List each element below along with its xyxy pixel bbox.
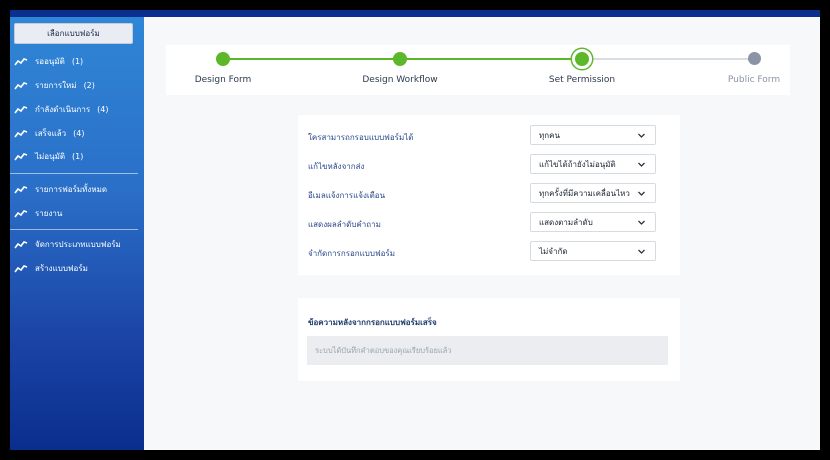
chevron-down-icon: [638, 191, 645, 196]
chart-line-icon: [14, 209, 28, 217]
select-value: แสดงตามลำดับ: [539, 217, 593, 227]
step-connector: [400, 58, 582, 60]
step-dot-public-form[interactable]: [748, 52, 761, 65]
main-content: Design Form Design Workflow Set Permissi…: [144, 17, 820, 450]
sidebar-item-rejected[interactable]: ไม่อนุมัติ (1): [14, 149, 83, 163]
select-value: ทุกครั้งที่มีความเคลื่อนไหว: [539, 188, 630, 198]
sidebar-item-create-form[interactable]: สร้างแบบฟอร์ม: [14, 261, 88, 275]
after-submit-card: ข้อความหลังจากกรอกแบบฟอร์มเสร็จ ระบบได้บ…: [298, 298, 680, 381]
sidebar-item-reports[interactable]: รายงาน: [14, 206, 62, 220]
sidebar-item-count: (2): [83, 80, 95, 90]
permission-label-email-notification: อีเมลแจ้งการแจ้งเตือน: [308, 191, 386, 200]
after-submit-title: ข้อความหลังจากกรอกแบบฟอร์มเสร็จ: [308, 318, 437, 327]
submission-limit-select[interactable]: ไม่จำกัด: [530, 241, 656, 261]
edit-after-submit-select[interactable]: แก้ไขได้ถ้ายังไม่อนุมัติ: [530, 154, 656, 174]
chevron-down-icon: [638, 220, 645, 225]
sidebar-item-label: รายงาน: [35, 208, 63, 218]
sidebar-item-label: ไม่อนุมัติ: [35, 151, 66, 161]
select-form-button[interactable]: เลือกแบบฟอร์ม: [14, 23, 133, 44]
step-connector: [223, 58, 400, 60]
chevron-down-icon: [638, 133, 645, 138]
step-connector: [582, 58, 754, 60]
sidebar-item-in-progress[interactable]: กำลังดำเนินการ (4): [14, 102, 108, 116]
sidebar-item-new[interactable]: รายการใหม่ (2): [14, 78, 95, 92]
who-can-fill-select[interactable]: ทุกคน: [530, 125, 656, 145]
step-label-design-workflow[interactable]: Design Workflow: [362, 75, 437, 85]
step-dot-design-workflow[interactable]: [393, 52, 407, 66]
sidebar-item-pending-approval[interactable]: รออนุมัติ (1): [14, 54, 83, 68]
sidebar-item-label: เสร็จแล้ว: [35, 128, 67, 138]
step-label-design-form[interactable]: Design Form: [195, 75, 252, 85]
sidebar-item-count: (1): [72, 151, 84, 161]
sidebar-item-label: รายการฟอร์มทั้งหมด: [35, 184, 108, 194]
step-label-set-permission[interactable]: Set Permission: [549, 75, 615, 85]
sidebar-item-label: กำลังดำเนินการ: [35, 104, 91, 114]
chart-line-icon: [14, 129, 28, 137]
question-order-select[interactable]: แสดงตามลำดับ: [530, 212, 656, 232]
sidebar-divider: [10, 229, 138, 230]
sidebar-divider: [10, 173, 138, 174]
chart-line-icon: [14, 240, 28, 248]
chart-line-icon: [14, 264, 28, 272]
select-value: ทุกคน: [539, 130, 560, 140]
permission-label-who-can-fill: ใครสามารถกรอบแบบฟอร์มได้: [308, 133, 414, 142]
sidebar-item-manage-form-types[interactable]: จัดการประเภทแบบฟอร์ม: [14, 237, 121, 251]
sidebar-item-count: (1): [71, 56, 84, 66]
after-submit-message-input[interactable]: ระบบได้บันทึกคำตอบของคุณเรียบร้อยแล้ว: [307, 336, 668, 365]
sidebar-item-label: รายการใหม่: [35, 80, 77, 90]
sidebar: เลือกแบบฟอร์ม รออนุมัติ (1) รายการใหม่ (…: [10, 17, 144, 450]
permission-label-submission-limit: จำกัดการกรอกแบบฟอร์ม: [308, 249, 395, 258]
sidebar-item-all-forms[interactable]: รายการฟอร์มทั้งหมด: [14, 182, 107, 196]
sidebar-item-count: (4): [73, 128, 85, 138]
step-dot-set-permission[interactable]: [572, 49, 592, 69]
select-value: ไม่จำกัด: [539, 246, 568, 256]
sidebar-item-count: (4): [97, 104, 109, 114]
step-label-public-form[interactable]: Public Form: [728, 75, 780, 85]
chart-line-icon: [14, 152, 28, 160]
chevron-down-icon: [638, 249, 645, 254]
select-value: แก้ไขได้ถ้ายังไม่อนุมัติ: [539, 159, 616, 169]
top-bar: [10, 10, 820, 17]
chart-line-icon: [14, 57, 28, 65]
sidebar-item-label: จัดการประเภทแบบฟอร์ม: [35, 239, 121, 249]
permission-label-question-order: แสดงผลลำดับคำถาม: [308, 220, 381, 229]
chart-line-icon: [14, 105, 28, 113]
chart-line-icon: [14, 185, 28, 193]
step-dot-design-form[interactable]: [216, 52, 230, 66]
chart-line-icon: [14, 81, 28, 89]
permissions-card: ใครสามารถกรอบแบบฟอร์มได้ ทุกคน แก้ไขหลัง…: [298, 115, 680, 275]
chevron-down-icon: [638, 162, 645, 167]
step-progress: Design Form Design Workflow Set Permissi…: [166, 45, 790, 95]
email-notification-select[interactable]: ทุกครั้งที่มีความเคลื่อนไหว: [530, 183, 656, 203]
permission-label-edit-after-submit: แก้ไขหลังจากส่ง: [308, 162, 365, 171]
sidebar-item-label: สร้างแบบฟอร์ม: [35, 263, 88, 273]
sidebar-item-done[interactable]: เสร็จแล้ว (4): [14, 126, 85, 140]
sidebar-item-label: รออนุมัติ: [35, 56, 65, 66]
